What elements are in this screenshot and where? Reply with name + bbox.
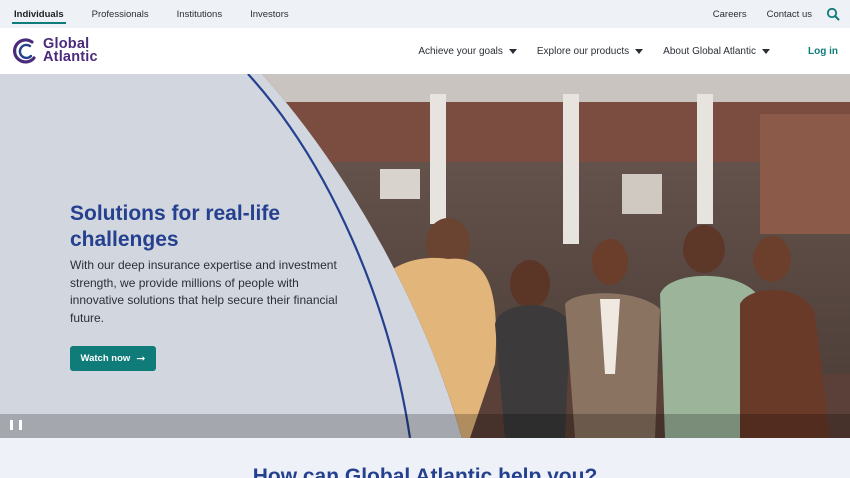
main-header: Global Atlantic Achieve your goals Explo… [0, 28, 850, 74]
hero-title: Solutions for real-life challenges [70, 202, 281, 251]
careers-link[interactable]: Careers [713, 9, 747, 20]
watch-now-label: Watch now [80, 353, 131, 364]
help-section-title: How can Global Atlantic help you? [252, 465, 598, 478]
nav-about-global-atlantic[interactable]: About Global Atlantic [663, 46, 770, 57]
logo-line-2: Atlantic [43, 49, 98, 65]
caret-down-icon [508, 48, 517, 54]
contact-link[interactable]: Contact us [767, 9, 812, 20]
family-photo [262, 74, 850, 438]
nav-label: Achieve your goals [418, 45, 503, 57]
search-icon[interactable] [826, 7, 840, 21]
watch-now-button[interactable]: Watch now ➞ [70, 346, 156, 371]
segment-tab-individuals[interactable]: Individuals [12, 0, 66, 28]
utility-bar: Individuals Professionals Institutions I… [0, 0, 850, 28]
segment-tab-professionals[interactable]: Professionals [92, 0, 149, 28]
hero-description: With our deep insurance expertise and in… [70, 258, 338, 325]
pause-icon[interactable] [10, 419, 22, 431]
hero-copy: Solutions for real-life challenges With … [70, 201, 340, 327]
main-nav: Achieve your goals Explore our products … [398, 28, 770, 74]
nav-explore-our-products[interactable]: Explore our products [536, 45, 644, 57]
nav-label: Explore our products [536, 45, 630, 57]
help-section: How can Global Atlantic help you? [0, 438, 850, 478]
nav-achieve-your-goals[interactable]: Achieve your goals [418, 46, 517, 57]
hero-banner: Solutions for real-life challenges With … [0, 74, 850, 438]
segment-tab-institutions[interactable]: Institutions [177, 0, 222, 28]
global-atlantic-logo[interactable]: Global Atlantic [12, 36, 112, 66]
utility-links: Careers Contact us [693, 0, 840, 28]
caret-down-icon [762, 48, 770, 54]
logo-text: Global Atlantic [43, 37, 98, 65]
logo-mark-icon [12, 38, 36, 64]
segment-tabs: Individuals Professionals Institutions I… [0, 0, 317, 28]
login-link[interactable]: Log in [808, 28, 838, 74]
pause-bar-left [10, 420, 13, 430]
pause-bar-right [19, 420, 22, 430]
caret-down-icon [635, 48, 644, 54]
arrow-right-icon: ➞ [136, 353, 146, 365]
segment-tab-investors[interactable]: Investors [250, 0, 289, 28]
nav-label: About Global Atlantic [663, 45, 756, 57]
